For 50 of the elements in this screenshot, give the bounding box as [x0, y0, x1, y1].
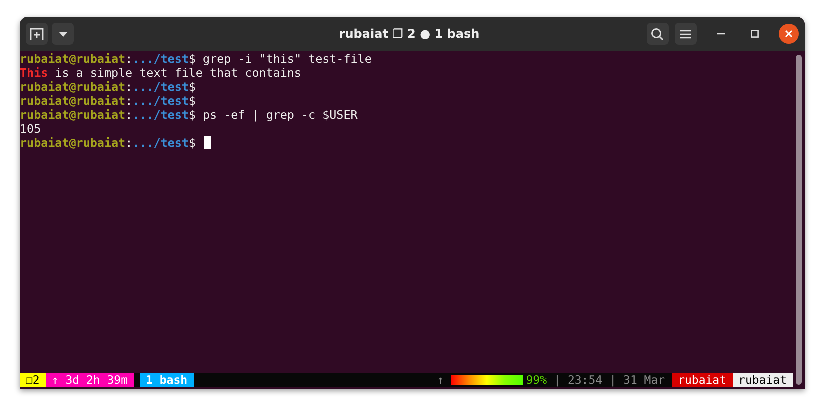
- scrollbar[interactable]: [796, 55, 802, 385]
- new-tab-icon: [30, 28, 44, 40]
- dropdown-button[interactable]: [52, 23, 74, 45]
- menu-icon: [680, 30, 692, 38]
- command-text: grep -i "this" test-file: [202, 52, 372, 66]
- menu-button[interactable]: [674, 23, 697, 45]
- close-button[interactable]: [778, 24, 799, 44]
- new-tab-button[interactable]: [26, 23, 48, 45]
- prompt-symbol: $: [188, 80, 196, 94]
- prompt-symbol: $: [188, 52, 196, 66]
- status-segment: rubaiat: [672, 373, 733, 387]
- prompt-symbol: $: [188, 108, 196, 122]
- prompt-symbol: $: [188, 94, 196, 108]
- status-segment: ❐2: [20, 373, 46, 387]
- caret-icon: [58, 32, 68, 36]
- status-arrow: ↑: [437, 373, 444, 387]
- window-title: rubaiat ❐ 2 ● 1 bash: [339, 27, 480, 41]
- maximize-icon: [750, 30, 759, 38]
- prompt-user: rubaiat@rubaiat: [20, 52, 126, 66]
- battery-reading: 99%: [526, 373, 548, 387]
- command-text: ps -ef | grep -c $USER: [202, 108, 358, 122]
- status-text: 23:54: [568, 373, 603, 387]
- output-text: is a simple text file that contains: [54, 66, 302, 80]
- prompt-user: rubaiat@rubaiat: [20, 136, 126, 150]
- prompt-separator: :: [126, 94, 133, 108]
- status-text: 31 Mar: [624, 373, 666, 387]
- prompt-user: rubaiat@rubaiat: [20, 108, 126, 122]
- prompt-path: .../test: [132, 136, 189, 150]
- output-text: 105: [20, 122, 42, 136]
- prompt-separator: :: [126, 136, 133, 150]
- status-segment: rubaiat: [732, 373, 793, 387]
- prompt-separator: :: [126, 108, 133, 122]
- prompt-path: .../test: [132, 52, 189, 66]
- prompt-user: rubaiat@rubaiat: [20, 80, 126, 94]
- minimize-icon: [716, 33, 725, 35]
- prompt-symbol: $: [188, 136, 196, 150]
- prompt-path: .../test: [132, 80, 189, 94]
- status-text: |: [610, 373, 617, 387]
- prompt-path: .../test: [132, 108, 189, 122]
- status-segment: ↑ 3d 2h 39m: [46, 373, 134, 387]
- status-segment: 1 bash: [140, 373, 194, 387]
- close-icon: [784, 30, 793, 38]
- prompt-separator: :: [126, 80, 133, 94]
- match-text: This: [20, 66, 48, 80]
- search-icon: [651, 28, 664, 40]
- prompt-path: .../test: [132, 94, 189, 108]
- search-button[interactable]: [646, 23, 669, 45]
- prompt-separator: :: [126, 52, 133, 66]
- prompt-user: rubaiat@rubaiat: [20, 94, 126, 108]
- status-text: |: [554, 373, 561, 387]
